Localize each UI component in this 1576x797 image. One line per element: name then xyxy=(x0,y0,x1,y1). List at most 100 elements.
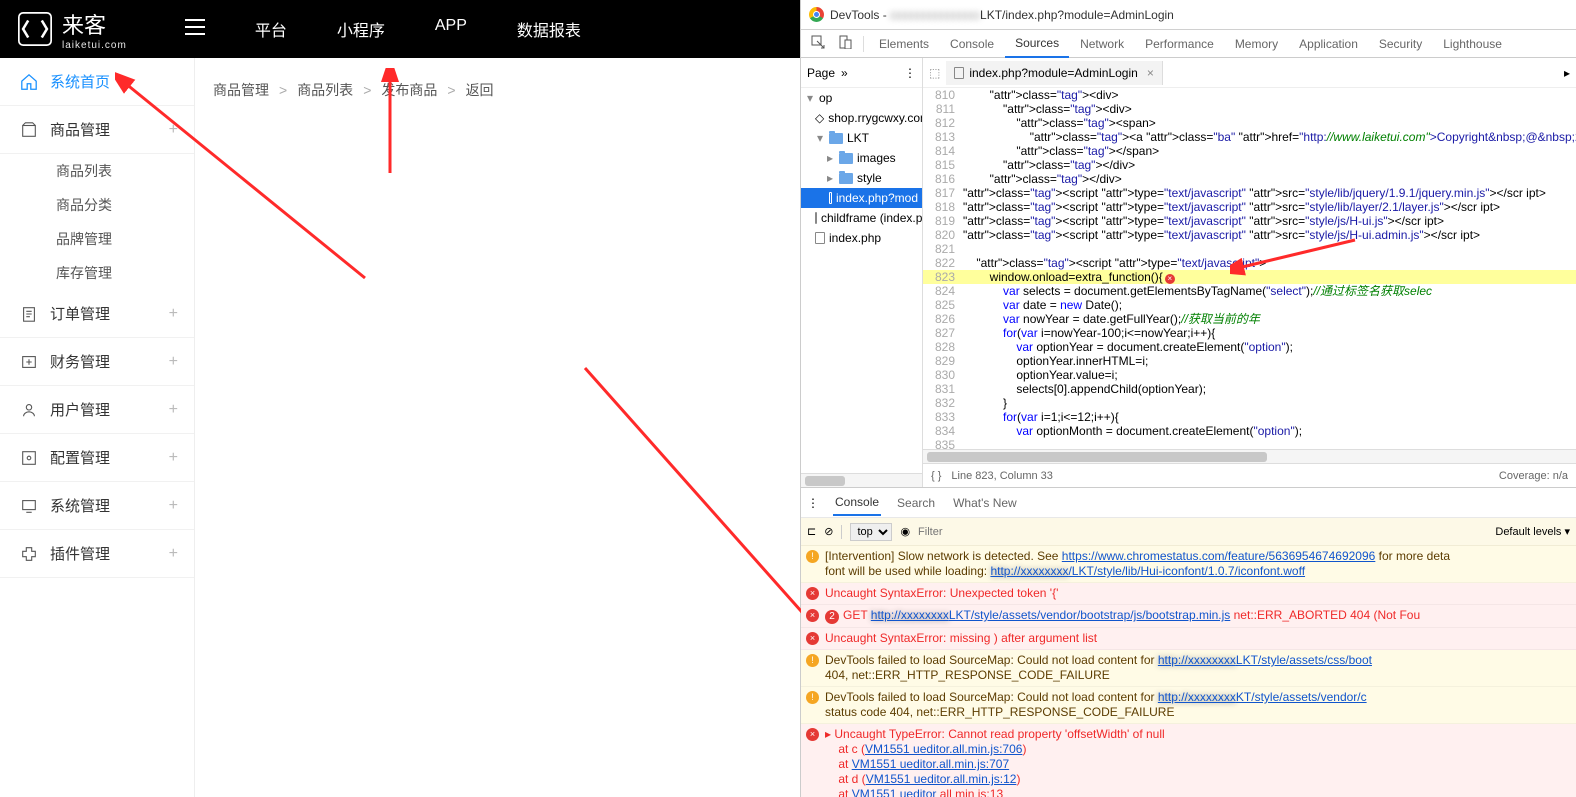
tab-lighthouse[interactable]: Lighthouse xyxy=(1433,31,1512,57)
tree-folder-style[interactable]: ▸style xyxy=(801,168,922,188)
sidebar-item-finance[interactable]: 财务管理 + xyxy=(0,338,194,386)
sidebar-sub-stock[interactable]: 库存管理 xyxy=(0,256,194,290)
sidebar-item-orders[interactable]: 订单管理+ xyxy=(0,290,194,338)
kebab-icon[interactable]: ⋮ xyxy=(807,496,819,510)
sources-navigator: Page » ⋮ ▾op ◇ shop.rrygcwxy.com ▾LKT ▸i… xyxy=(801,58,923,487)
tree-folder-images[interactable]: ▸images xyxy=(801,148,922,168)
expand-icon[interactable]: + xyxy=(169,497,178,515)
eye-icon[interactable]: ◉ xyxy=(900,525,910,538)
annotation-arrow-3 xyxy=(575,358,835,648)
close-tab-icon[interactable]: × xyxy=(1147,66,1154,80)
code-panel: ⬚ index.php?module=AdminLogin× ▸ 810 "at… xyxy=(923,58,1576,487)
code-scrollbar[interactable] xyxy=(923,449,1576,463)
topnav-reports[interactable]: 数据报表 xyxy=(517,17,581,41)
logo[interactable]: 来客 laiketui.com xyxy=(0,8,145,51)
devtools-tabs: Elements Console Sources Network Perform… xyxy=(801,30,1576,58)
tree-file-index[interactable]: index.php xyxy=(801,228,922,248)
expand-panel-icon[interactable]: ▸ xyxy=(1558,66,1576,80)
box-icon xyxy=(18,121,40,139)
finance-icon xyxy=(18,353,40,371)
sidebar-item-label: 用户管理 xyxy=(50,399,110,420)
logo-icon xyxy=(18,12,52,46)
users-icon xyxy=(18,401,40,419)
code-editor[interactable]: 810 "attr">class="tag"><div>811 "attr">c… xyxy=(923,88,1576,449)
logo-subtext: laiketui.com xyxy=(62,40,127,51)
main-content: 商品管理> 商品列表> 发布商品> 返回 xyxy=(195,58,800,797)
devtools-title: DevTools - xxxxxxxxxxxxxxxLKT/index.php?… xyxy=(830,8,1174,22)
expand-icon[interactable]: + xyxy=(169,305,178,323)
tab-console[interactable]: Console xyxy=(940,31,1004,57)
order-icon xyxy=(18,305,40,323)
system-icon xyxy=(18,497,40,515)
tab-application[interactable]: Application xyxy=(1289,31,1368,57)
tree-domain[interactable]: ◇ shop.rrygcwxy.com xyxy=(801,108,922,128)
breadcrumb: 商品管理> 商品列表> 发布商品> 返回 xyxy=(213,80,782,100)
sidebar-item-plugins[interactable]: 插件管理+ xyxy=(0,530,194,578)
device-icon[interactable] xyxy=(832,31,858,56)
config-icon xyxy=(18,449,40,467)
tab-sources[interactable]: Sources xyxy=(1005,30,1069,58)
console-drawer: ⋮ Console Search What's New ⊏ ⊘ top ◉ De… xyxy=(801,487,1576,797)
coverage-label: Coverage: n/a xyxy=(1499,470,1568,482)
inspect-icon[interactable] xyxy=(805,31,831,56)
topnav-miniprogram[interactable]: 小程序 xyxy=(337,17,385,41)
kebab-icon[interactable]: ⋮ xyxy=(904,66,916,80)
tab-elements[interactable]: Elements xyxy=(869,31,939,57)
context-select[interactable]: top xyxy=(850,523,892,541)
crumb-goods-mgmt[interactable]: 商品管理 xyxy=(213,80,269,100)
sidebar-home-label: 系统首页 xyxy=(50,71,110,92)
sidebar-sub-goods-category[interactable]: 商品分类 xyxy=(0,188,194,222)
console-output[interactable]: ![Intervention] Slow network is detected… xyxy=(801,546,1576,797)
devtools-titlebar: DevTools - xxxxxxxxxxxxxxxLKT/index.php?… xyxy=(801,0,1576,30)
sidebar-sub-goods-list[interactable]: 商品列表 xyxy=(0,154,194,188)
expand-icon[interactable]: + xyxy=(169,545,178,563)
crumb-publish[interactable]: 发布商品 xyxy=(381,80,437,100)
levels-select[interactable]: Default levels ▾ xyxy=(1495,525,1570,538)
sidebar-home[interactable]: 系统首页 xyxy=(0,58,194,106)
expand-icon[interactable]: + xyxy=(169,449,178,467)
devtools-window: DevTools - xxxxxxxxxxxxxxxLKT/index.php?… xyxy=(800,0,1576,797)
tree-file-childframe[interactable]: childframe (index.ph xyxy=(801,208,922,228)
tree-file-selected[interactable]: index.php?mod xyxy=(801,188,922,208)
chrome-icon xyxy=(809,7,824,22)
tree-top[interactable]: ▾op xyxy=(801,88,922,108)
tab-network[interactable]: Network xyxy=(1070,31,1134,57)
sidebar-item-label: 配置管理 xyxy=(50,447,110,468)
tree-folder-lkt[interactable]: ▾LKT xyxy=(801,128,922,148)
tree-scrollbar[interactable] xyxy=(801,473,922,487)
sidebar-item-goods[interactable]: 商品管理 + xyxy=(0,106,194,154)
more-tabs-icon[interactable]: » xyxy=(841,66,848,80)
sidebar-item-users[interactable]: 用户管理 + xyxy=(0,386,194,434)
code-tab[interactable]: index.php?module=AdminLogin× xyxy=(946,61,1162,85)
nav-back-icon[interactable]: ⬚ xyxy=(923,66,946,80)
sidebar-item-label: 财务管理 xyxy=(50,351,110,372)
home-icon xyxy=(18,73,40,91)
sidebar-toggle-icon[interactable]: ⊏ xyxy=(807,525,816,538)
expand-icon[interactable]: + xyxy=(169,353,178,371)
crumb-back[interactable]: 返回 xyxy=(466,80,494,100)
sidebar-item-system[interactable]: 系统管理+ xyxy=(0,482,194,530)
code-statusbar: { } Line 823, Column 33 Coverage: n/a xyxy=(923,463,1576,487)
topbar: 来客 laiketui.com 平台 小程序 APP 数据报表 xyxy=(0,0,800,58)
drawer-tab-whatsnew[interactable]: What's New xyxy=(951,491,1019,515)
crumb-goods-list[interactable]: 商品列表 xyxy=(297,80,353,100)
plugin-icon xyxy=(18,545,40,563)
drawer-tab-search[interactable]: Search xyxy=(895,491,937,515)
tab-performance[interactable]: Performance xyxy=(1135,31,1224,57)
drawer-tab-console[interactable]: Console xyxy=(833,490,881,516)
expand-icon[interactable]: + xyxy=(169,121,178,139)
topnav-app[interactable]: APP xyxy=(435,17,467,41)
tab-memory[interactable]: Memory xyxy=(1225,31,1288,57)
expand-icon[interactable]: + xyxy=(169,401,178,419)
filter-input[interactable] xyxy=(918,526,1038,538)
page-tab[interactable]: Page xyxy=(807,66,835,80)
clear-console-icon[interactable]: ⊘ xyxy=(824,525,833,538)
logo-text: 来客 xyxy=(62,8,127,40)
menu-toggle-icon[interactable] xyxy=(165,19,225,40)
pretty-print-icon[interactable]: { } xyxy=(931,470,941,482)
topnav-platform[interactable]: 平台 xyxy=(255,17,287,41)
sidebar-item-label: 商品管理 xyxy=(50,119,110,140)
sidebar-sub-brand[interactable]: 品牌管理 xyxy=(0,222,194,256)
tab-security[interactable]: Security xyxy=(1369,31,1432,57)
sidebar-item-config[interactable]: 配置管理 + xyxy=(0,434,194,482)
